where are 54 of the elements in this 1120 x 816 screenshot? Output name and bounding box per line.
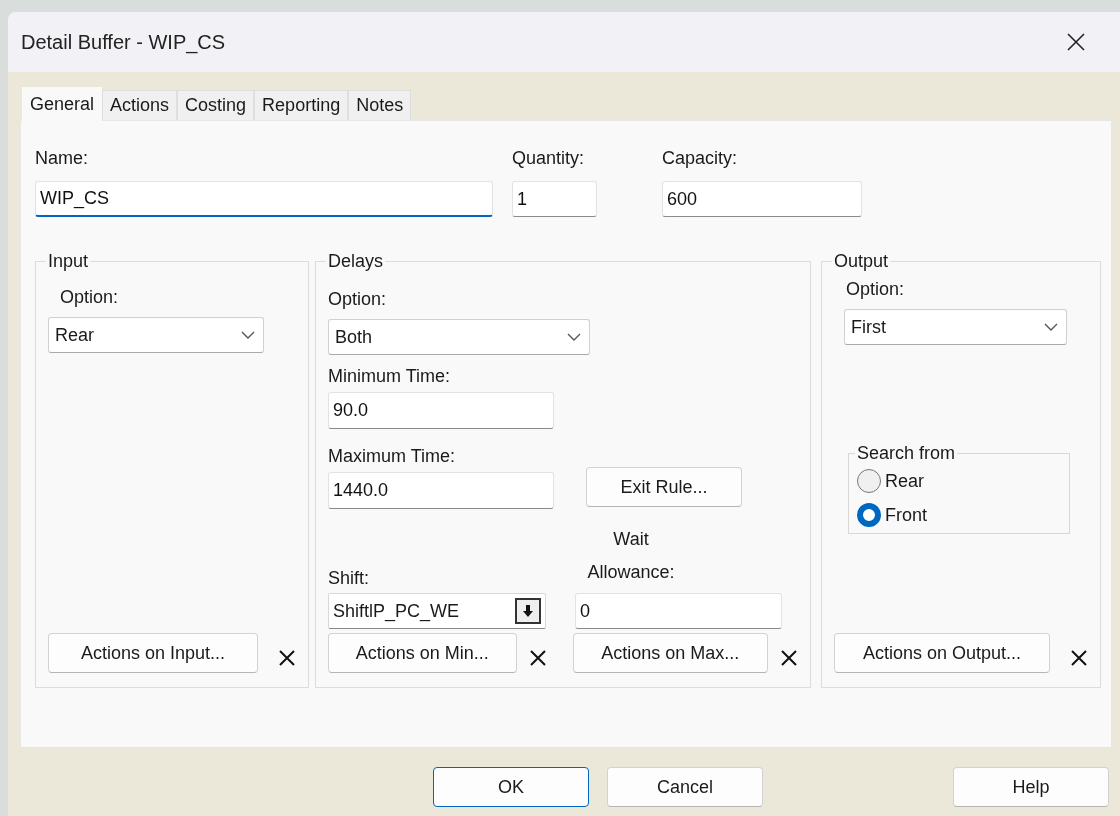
group-title: Search from [856,443,957,464]
cross-icon [1070,649,1088,667]
down-arrow-icon [522,604,534,618]
cross-icon [278,649,296,667]
chevron-down-icon [241,330,255,340]
field-label: Option: [846,278,906,300]
shift-combo-box[interactable]: ShiftlP_PC_WE [328,593,546,629]
group-title: Input [47,251,90,272]
field-label: Option: [60,286,120,308]
actions-button[interactable]: Actions on Max... [572,633,768,673]
tab[interactable]: Notes [348,90,412,120]
dropdown-button[interactable] [515,598,541,624]
radio-option[interactable]: Front [857,498,1061,532]
maximum-time-field[interactable]: 1440.0 [328,472,554,509]
dropdown[interactable]: Both [328,319,590,355]
field-label: Option: [328,288,388,310]
minimum-time-field[interactable]: 90.0 [328,392,554,429]
radio-option[interactable]: Rear [857,464,1061,498]
quantity-field[interactable]: 1 [512,181,597,217]
dialog-button[interactable]: OK [433,767,589,807]
window-title: Detail Buffer - WIP_CS [21,30,226,54]
field-label: Capacity: [662,147,739,169]
actions-button[interactable]: Actions on Min... [328,633,517,673]
dropdown[interactable]: First [844,309,1067,345]
wait-allowance-field[interactable]: 0 [575,593,782,629]
tab[interactable]: Reporting [254,90,349,120]
chevron-down-icon [567,332,581,342]
chevron-down-icon [1044,322,1058,332]
field-label: Quantity: [512,147,586,169]
field-label: Wait Allowance: [586,528,676,584]
dropdown[interactable]: Rear [48,317,264,353]
help-button[interactable]: Help [953,767,1109,807]
remove-button[interactable] [528,649,547,667]
actions-button[interactable]: Actions on Input... [48,633,258,673]
field-label: Shift: [328,567,371,589]
remove-button[interactable] [278,649,296,667]
name-field[interactable]: WIP_CS [35,181,493,217]
field-label: Maximum Time: [328,445,456,467]
tab[interactable]: Costing [177,90,255,120]
tab[interactable]: General [22,87,103,121]
field-label: Name: [35,147,89,169]
remove-button[interactable] [780,649,798,667]
close-icon [1066,32,1086,52]
actions-button[interactable]: Actions on Output... [834,633,1050,673]
group-title: Output [833,251,890,272]
remove-button[interactable] [1070,649,1088,667]
tab[interactable]: Actions [102,90,178,120]
dialog-button[interactable]: Cancel [607,767,763,807]
exit-rule-button[interactable]: Exit Rule... [586,467,742,507]
cross-icon [528,649,547,667]
field-label: Minimum Time: [328,365,451,387]
capacity-field[interactable]: 600 [662,181,862,217]
cross-icon [780,649,798,667]
group-title: Delays [327,251,385,272]
